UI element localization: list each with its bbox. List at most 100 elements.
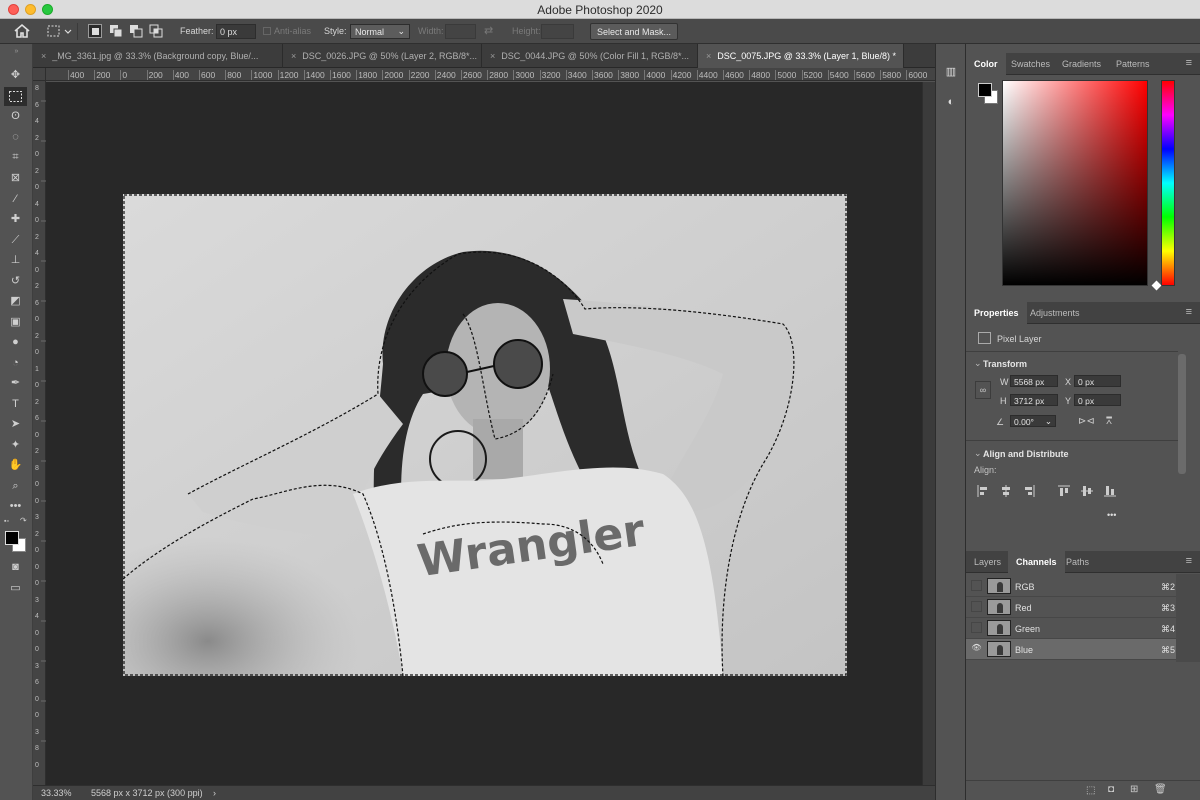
x-position-field[interactable]: 0 px: [1074, 375, 1121, 387]
clone-stamp-tool-icon[interactable]: ⊥: [4, 251, 27, 270]
flip-horizontal-icon[interactable]: ⊳⊲: [1078, 416, 1095, 427]
document-tab[interactable]: × DSC_0026.JPG @ 50% (Layer 2, RGB/8*...: [283, 44, 482, 68]
more-options-icon[interactable]: •••: [1107, 510, 1116, 520]
frame-tool-icon[interactable]: ⊠: [4, 169, 27, 188]
document-tab[interactable]: × DSC_0044.JPG @ 50% (Color Fill 1, RGB/8…: [482, 44, 698, 68]
add-to-selection-icon[interactable]: [109, 24, 123, 38]
tab-properties[interactable]: Properties: [966, 302, 1027, 324]
align-horizontal-center-icon[interactable]: [1000, 485, 1012, 497]
document-tab-active[interactable]: × DSC_0075.JPG @ 33.3% (Layer 1, Blue/8) …: [698, 44, 904, 68]
default-colors-icon[interactable]: ▪▫: [4, 518, 9, 525]
healing-brush-tool-icon[interactable]: ✚: [4, 210, 27, 229]
align-top-icon[interactable]: [1058, 485, 1070, 497]
color-picker-field[interactable]: [1002, 80, 1148, 286]
channel-row-blue[interactable]: 👁 Blue ⌘5: [966, 639, 1176, 660]
anti-alias-checkbox[interactable]: [263, 27, 271, 35]
y-position-field[interactable]: 0 px: [1074, 394, 1121, 406]
properties-scrollbar[interactable]: [1178, 354, 1186, 474]
pen-tool-icon[interactable]: ✒: [4, 374, 27, 393]
transform-section-title[interactable]: Transform: [983, 359, 1027, 369]
color-panel-foreground-swatch[interactable]: [978, 83, 992, 97]
tab-adjustments[interactable]: Adjustments: [1022, 302, 1088, 324]
height-input[interactable]: [541, 24, 574, 39]
intersect-selection-icon[interactable]: [149, 24, 163, 38]
channel-row-red[interactable]: Red ⌘3: [966, 597, 1176, 618]
panel-menu-icon[interactable]: ≡: [1186, 57, 1192, 69]
channels-scrollbar[interactable]: [1176, 574, 1200, 662]
actions-panel-icon[interactable]: ◐: [942, 94, 960, 110]
hue-slider-handle[interactable]: [1151, 280, 1162, 291]
custom-shape-tool-icon[interactable]: ✦: [4, 436, 27, 455]
vertical-ruler[interactable]: 8 6 4 2 0 2 0 4 0 2 4 0 2 6 0 2 0 1 0 2 6 0 2 8 0 0 3 2 0 0 0 3 4 0 0 3 6 0 0 3…: [33, 81, 46, 785]
channel-row-green[interactable]: Green ⌘4: [966, 618, 1176, 639]
align-vertical-center-icon[interactable]: [1081, 485, 1093, 497]
zoom-level[interactable]: 33.33%: [41, 788, 72, 798]
tab-color[interactable]: Color: [966, 53, 1006, 75]
edit-toolbar-icon[interactable]: •••: [4, 497, 27, 516]
brush-tool-icon[interactable]: ⟋: [4, 231, 27, 250]
style-select[interactable]: Normal ⌄: [350, 24, 410, 39]
select-and-mask-button[interactable]: Select and Mask...: [590, 23, 679, 40]
height-field[interactable]: 3712 px: [1010, 394, 1058, 406]
document-image[interactable]: Wrangler: [123, 194, 847, 676]
panel-menu-icon[interactable]: ≡: [1186, 306, 1192, 318]
visibility-toggle[interactable]: [971, 622, 982, 633]
trash-icon[interactable]: 🗑: [1154, 784, 1167, 795]
width-input[interactable]: [445, 24, 476, 39]
document-canvas[interactable]: Wrangler: [46, 82, 922, 785]
horizontal-ruler[interactable]: 400 200 0 200 400 600 800 1000 1200 1400 1600 1800 2…: [46, 68, 935, 81]
chevron-down-icon[interactable]: ⌄: [974, 448, 982, 459]
close-tab-icon[interactable]: ×: [291, 51, 296, 61]
quick-mask-icon[interactable]: ◙: [4, 558, 27, 577]
history-panel-icon[interactable]: ▥: [942, 64, 960, 80]
close-tab-icon[interactable]: ×: [706, 51, 711, 61]
width-field[interactable]: 5568 px: [1010, 375, 1058, 387]
align-bottom-icon[interactable]: [1104, 485, 1116, 497]
align-right-icon[interactable]: [1023, 485, 1035, 497]
load-selection-icon[interactable]: ⬚: [1086, 785, 1095, 796]
tab-gradients[interactable]: Gradients: [1054, 53, 1109, 75]
eyedropper-tool-icon[interactable]: ⁄: [4, 190, 27, 209]
screen-mode-icon[interactable]: ▭: [4, 579, 27, 598]
save-selection-icon[interactable]: ◘: [1108, 784, 1114, 795]
marquee-preset-picker[interactable]: [44, 23, 78, 40]
crop-tool-icon[interactable]: ⌗: [4, 148, 27, 167]
close-tab-icon[interactable]: ×: [490, 51, 495, 61]
status-menu-arrow[interactable]: ›: [213, 788, 216, 798]
hue-slider[interactable]: [1161, 80, 1175, 286]
swap-dimensions-icon[interactable]: ⇄: [484, 24, 500, 38]
document-tab[interactable]: × _MG_3361.jpg @ 33.3% (Background copy, …: [33, 44, 283, 68]
ruler-origin[interactable]: [33, 68, 46, 81]
canvas-vertical-scrollbar[interactable]: [922, 82, 935, 785]
gradient-tool-icon[interactable]: ▣: [4, 313, 27, 332]
tab-paths[interactable]: Paths: [1058, 551, 1097, 573]
blur-tool-icon[interactable]: ●: [4, 333, 27, 352]
new-selection-icon[interactable]: [88, 24, 102, 38]
tab-swatches[interactable]: Swatches: [1003, 53, 1058, 75]
quick-selection-tool-icon[interactable]: ◌: [4, 128, 27, 147]
angle-field[interactable]: 0.00° ⌄: [1010, 415, 1056, 427]
new-channel-icon[interactable]: ⊞: [1130, 784, 1138, 795]
hand-tool-icon[interactable]: ✋: [4, 456, 27, 475]
rectangular-marquee-tool-icon[interactable]: [4, 87, 27, 106]
link-dimensions-icon[interactable]: ∞: [975, 381, 991, 399]
lasso-tool-icon[interactable]: ʘ: [4, 107, 27, 126]
visibility-toggle[interactable]: [971, 601, 982, 612]
tab-channels[interactable]: Channels: [1008, 551, 1065, 573]
close-tab-icon[interactable]: ×: [41, 51, 46, 61]
home-icon[interactable]: [13, 23, 31, 39]
panel-menu-icon[interactable]: ≡: [1186, 555, 1192, 567]
foreground-color-swatch[interactable]: [5, 531, 19, 545]
dodge-tool-icon[interactable]: ◔: [4, 354, 27, 373]
type-tool-icon[interactable]: T: [4, 395, 27, 414]
align-section-title[interactable]: Align and Distribute: [983, 449, 1069, 459]
toolbar-collapse-icon[interactable]: »: [0, 48, 33, 56]
subtract-from-selection-icon[interactable]: [129, 24, 143, 38]
path-selection-tool-icon[interactable]: ➤: [4, 415, 27, 434]
move-tool-icon[interactable]: ✥: [4, 66, 27, 85]
history-brush-tool-icon[interactable]: ↺: [4, 272, 27, 291]
visibility-toggle[interactable]: [971, 580, 982, 591]
chevron-down-icon[interactable]: ⌄: [974, 358, 982, 369]
zoom-tool-icon[interactable]: ⌕: [4, 477, 27, 496]
tab-layers[interactable]: Layers: [966, 551, 1009, 573]
